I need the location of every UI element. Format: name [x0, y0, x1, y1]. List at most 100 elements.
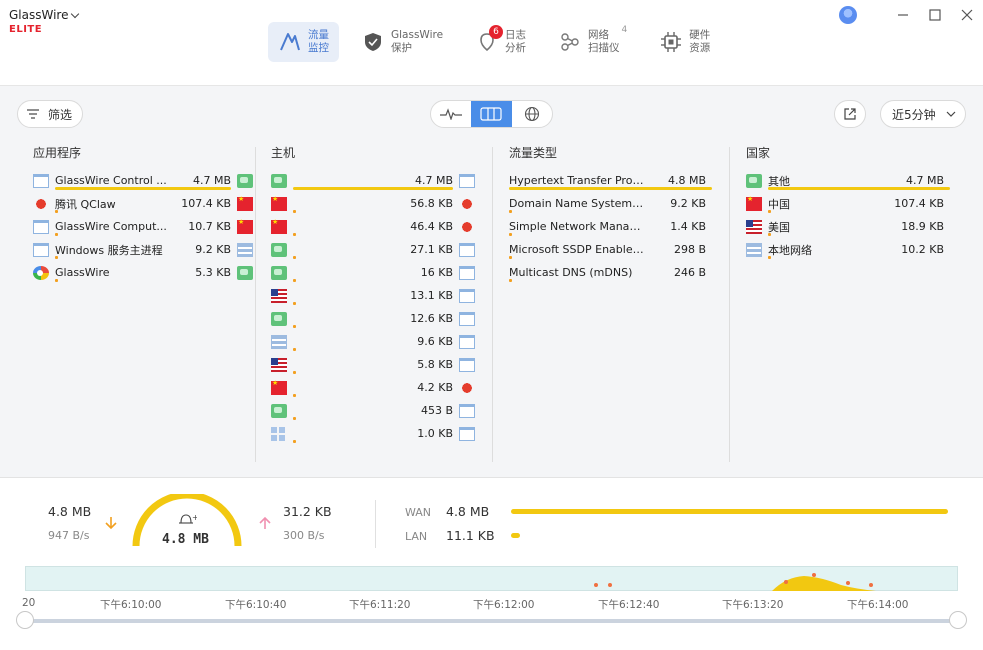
timeline-end-handle[interactable] [949, 611, 967, 629]
download-total: 4.8 MB [48, 504, 92, 519]
countries-row[interactable]: 本地网络 10.2 KB [746, 238, 950, 261]
hosts-row[interactable]: 4.7 MB [271, 169, 475, 192]
column-divider [729, 147, 730, 462]
types-row-label: Multicast DNS (mDNS) [509, 266, 633, 279]
event-marker [594, 583, 598, 587]
apps-row[interactable]: Windows 服务主进程 9.2 KB [33, 238, 253, 261]
things-view-button[interactable] [512, 101, 552, 127]
lan-label: LAN [405, 530, 428, 543]
graph-view-button[interactable] [431, 101, 471, 127]
event-marker [869, 583, 873, 587]
maximize-button[interactable] [927, 7, 943, 23]
types-header: 流量类型 [509, 146, 558, 160]
qclaw-icon [33, 196, 49, 211]
time-range-select[interactable]: 近5分钟 [880, 100, 966, 128]
apps-row[interactable]: GlassWire Comput... 10.7 KB [33, 215, 253, 238]
nav-label-line1: 网络 [588, 29, 610, 41]
apps-row[interactable]: GlassWire 5.3 KB [33, 261, 253, 284]
timeline-tick: 下午6:10:00 [100, 599, 162, 611]
types-row[interactable]: Hypertext Transfer Protocol... 4.8 MB [509, 169, 712, 192]
usage-bar [509, 256, 512, 259]
countries-row-value: 18.9 KB [901, 220, 944, 233]
export-button[interactable] [834, 100, 866, 128]
hosts-row[interactable]: 16 KB [271, 261, 475, 284]
qclaw-icon [459, 219, 475, 234]
nav-item-4[interactable]: 硬件 资源 [649, 22, 720, 62]
hosts-row[interactable]: 46.4 KB [271, 215, 475, 238]
hosts-row[interactable]: 56.8 KB [271, 192, 475, 215]
hosts-row-value: 4.2 KB [417, 381, 453, 394]
china-flag-icon [271, 195, 287, 211]
hosts-row[interactable]: 4.2 KB [271, 376, 475, 399]
hosts-row[interactable]: 1.0 KB [271, 422, 475, 445]
countries-row[interactable]: 其他 4.7 MB [746, 169, 950, 192]
apps-row-value: 9.2 KB [195, 243, 231, 256]
filter-icon [27, 109, 39, 119]
types-row-label: Hypertext Transfer Protocol... [509, 174, 646, 187]
hosts-row[interactable]: 9.6 KB [271, 330, 475, 353]
countries-row-label: 中国 [768, 197, 790, 211]
nav-item-0[interactable]: 流量 监控 [268, 22, 339, 62]
types-row[interactable]: Simple Network Manageme... 1.4 KB [509, 215, 712, 238]
timeline-start-handle[interactable] [16, 611, 34, 629]
filter-label: 筛选 [48, 107, 73, 122]
nav-label: 网络 扫描仪 [588, 29, 620, 55]
nav-label-line2: 监控 [308, 42, 329, 54]
nav-label: 硬件 资源 [689, 29, 710, 55]
countries-row[interactable]: 美国 18.9 KB [746, 215, 950, 238]
close-button[interactable] [959, 7, 975, 23]
timeline-scrollbar[interactable] [25, 619, 958, 623]
graph-icon [440, 108, 463, 120]
usage-bar [293, 417, 296, 420]
hosts-row[interactable]: 27.1 KB [271, 238, 475, 261]
nav-label-line2: 保护 [391, 42, 412, 54]
window-controls [839, 6, 975, 24]
usage-bar [293, 187, 453, 190]
view-switcher [430, 100, 553, 128]
nav-item-2[interactable]: 6 日志 分析 [465, 22, 536, 62]
timeline-tick: 下午6:12:00 [473, 599, 535, 611]
app-menu[interactable]: GlassWire ELITE [9, 8, 80, 35]
china-flag-icon [237, 195, 253, 211]
timeline-tick: 20 [22, 597, 36, 609]
wan-value: 4.8 MB [446, 504, 490, 519]
types-row-label: Domain Name System (DNS) [509, 197, 646, 210]
timeline-graph[interactable] [25, 566, 958, 591]
glasswire-icon [33, 265, 49, 280]
nav-item-1[interactable]: GlassWire 保护 [351, 22, 453, 62]
columns-icon [480, 107, 503, 121]
apps-row[interactable]: 腾讯 QClaw 107.4 KB [33, 192, 253, 215]
timeline-traffic [594, 573, 876, 591]
network-flag-icon [271, 242, 287, 257]
hosts-row[interactable]: 453 B [271, 399, 475, 422]
nav-item-3[interactable]: 网络 扫描仪 4 [548, 22, 637, 62]
traffic-icon [278, 30, 302, 54]
main-nav: 流量 监控 GlassWire 保护 6 日志 分析 网络 扫描仪 4 硬件 资源 [268, 22, 732, 62]
nav-label: GlassWire 保护 [391, 29, 443, 55]
filter-button[interactable]: 筛选 [17, 100, 83, 128]
hosts-row[interactable]: 13.1 KB [271, 284, 475, 307]
hosts-row[interactable]: 5.8 KB [271, 353, 475, 376]
window-icon [459, 288, 475, 303]
hosts-row-value: 5.8 KB [417, 358, 453, 371]
minimize-button[interactable] [895, 7, 911, 23]
types-row[interactable]: Microsoft SSDP Enables di... 298 B [509, 238, 712, 261]
countries-row[interactable]: 中国 107.4 KB [746, 192, 950, 215]
usage-bar [768, 256, 771, 259]
types-row[interactable]: Domain Name System (DNS) 9.2 KB [509, 192, 712, 215]
china-flag-icon [746, 195, 762, 211]
usage-view-button[interactable] [471, 101, 512, 127]
apps-row[interactable]: GlassWire Control ... 4.7 MB [33, 169, 253, 192]
apps-row-label: GlassWire Control ... [55, 174, 167, 187]
hosts-row[interactable]: 12.6 KB [271, 307, 475, 330]
avatar[interactable] [839, 6, 857, 24]
window-icon [459, 403, 475, 418]
nav-label-line1: 硬件 [689, 29, 711, 41]
device-count: 4 [621, 25, 628, 35]
types-row-value: 298 B [673, 243, 706, 256]
globe-icon [524, 106, 539, 122]
timeline-tick: 下午6:14:00 [847, 599, 909, 611]
types-row[interactable]: Multicast DNS (mDNS) 246 B [509, 261, 712, 284]
bell-icon[interactable]: + [177, 512, 197, 528]
types-row-value: 9.2 KB [670, 197, 706, 210]
